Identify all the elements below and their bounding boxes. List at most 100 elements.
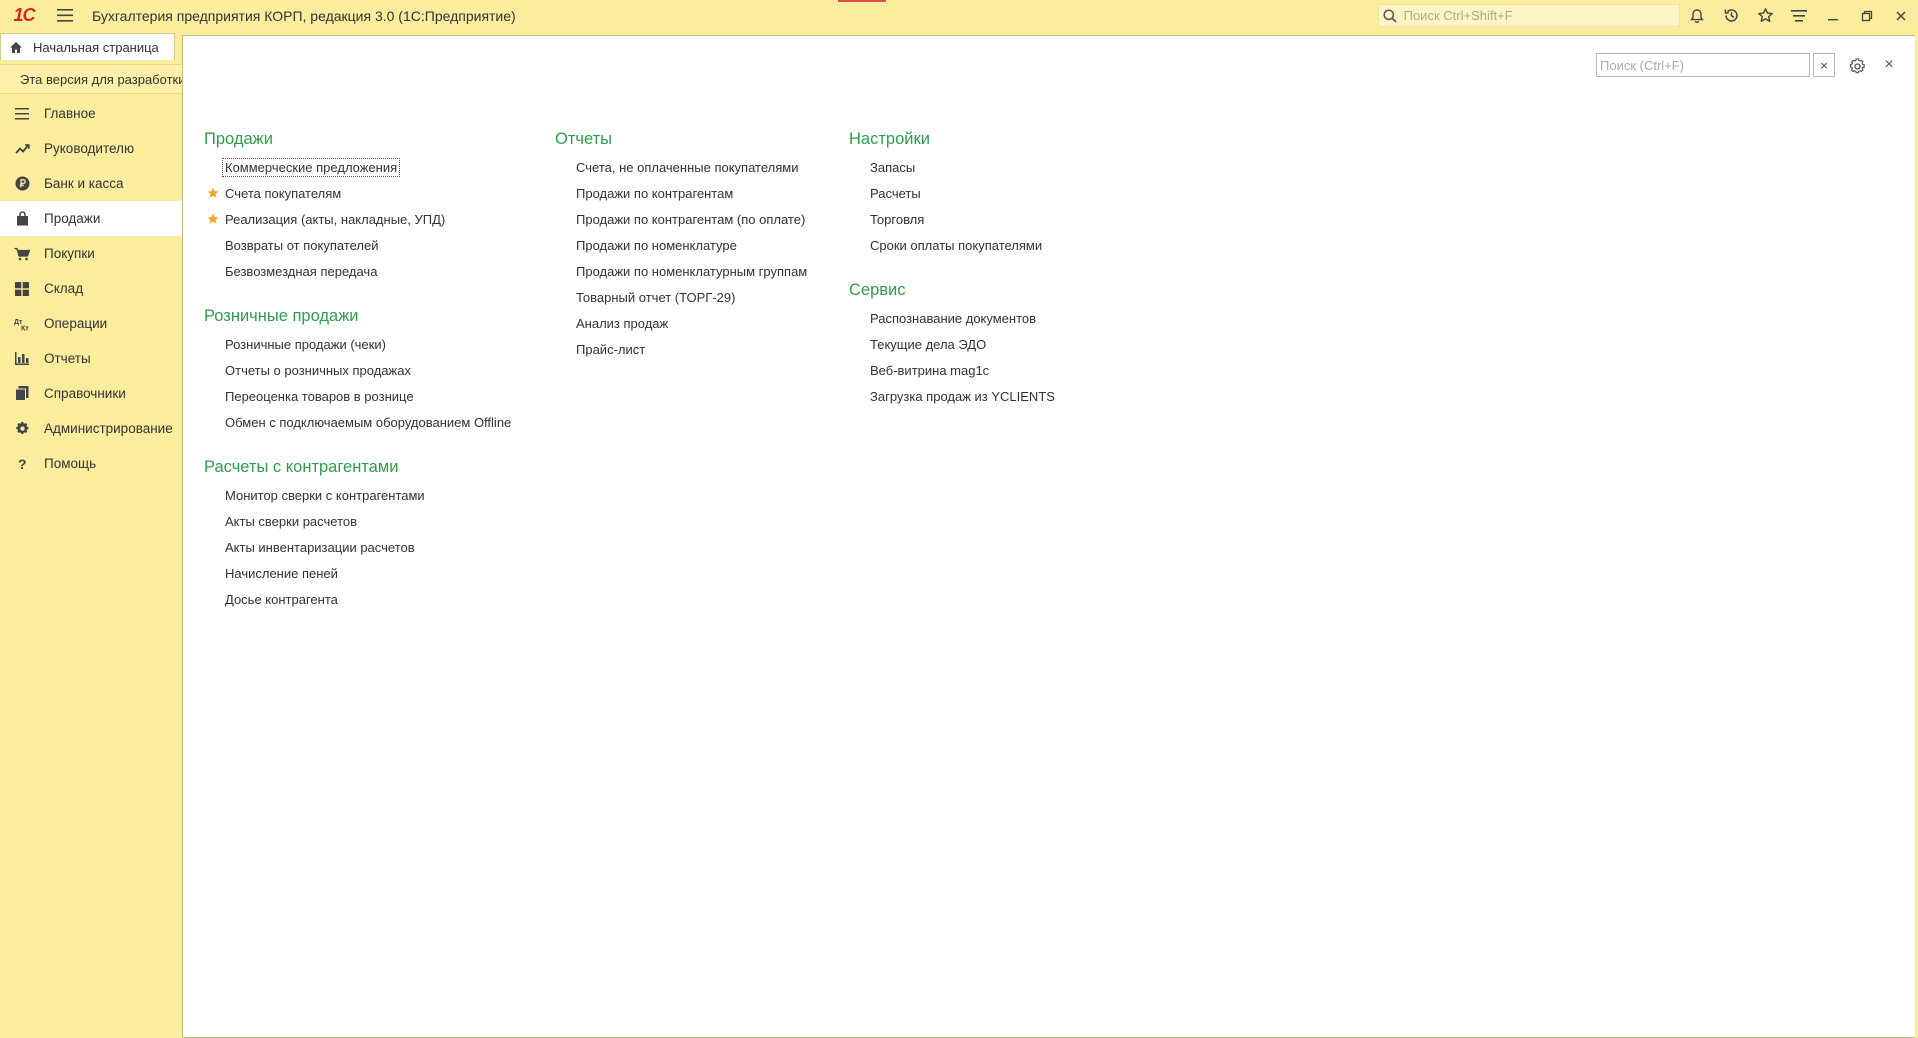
sidebar-item-label: Администрирование bbox=[44, 421, 173, 436]
link-retail-receipts[interactable]: Розничные продажи (чеки) bbox=[204, 331, 511, 357]
sidebar-item-sales[interactable]: Продажи bbox=[0, 201, 182, 236]
section-title: Расчеты с контрагентами bbox=[204, 458, 399, 476]
link-document-recognition[interactable]: Распознавание документов bbox=[849, 305, 1055, 331]
sidebar-item-purchases[interactable]: Покупки bbox=[0, 236, 182, 271]
favorite-star-icon bbox=[207, 206, 219, 232]
section-title: Настройки bbox=[849, 130, 930, 148]
favorites-star-icon[interactable] bbox=[1748, 0, 1782, 31]
link-gratuitous-transfer[interactable]: Безвозмездная передача bbox=[204, 258, 511, 284]
hamburger-icon bbox=[57, 9, 73, 22]
sidebar-item-bank[interactable]: Банк и касса bbox=[0, 166, 182, 201]
home-icon bbox=[10, 41, 22, 53]
sidebar-item-catalogs[interactable]: Справочники bbox=[0, 376, 182, 411]
link-sales-by-counterparty[interactable]: Продажи по контрагентам bbox=[555, 180, 807, 206]
section-retail-sales: Розничные продажи Розничные продажи (чек… bbox=[204, 301, 511, 435]
tab-bar: Начальная страница bbox=[0, 31, 182, 60]
section-reports: Отчеты Счета, не оплаченные покупателями… bbox=[555, 124, 807, 362]
settings-gear-icon[interactable] bbox=[1846, 55, 1868, 77]
sidebar-item-label: Продажи bbox=[44, 211, 101, 226]
link-stocks[interactable]: Запасы bbox=[849, 154, 1055, 180]
search-icon bbox=[1381, 8, 1400, 23]
link-yclients-import[interactable]: Загрузка продаж из YCLIENTS bbox=[849, 383, 1055, 409]
sidebar-item-main[interactable]: Главное bbox=[0, 96, 182, 131]
cart-icon bbox=[13, 245, 31, 263]
link-sales-by-counterparty-payment[interactable]: Продажи по контрагентам (по оплате) bbox=[555, 206, 807, 232]
link-web-storefront[interactable]: Веб-витрина mag1c bbox=[849, 357, 1055, 383]
section-service: Сервис Распознавание документов Текущие … bbox=[849, 275, 1055, 409]
books-icon bbox=[13, 385, 31, 403]
bell-icon[interactable] bbox=[1680, 0, 1714, 31]
link-realization[interactable]: Реализация (акты, накладные, УПД) bbox=[204, 206, 511, 232]
sidebar-item-manager[interactable]: Руководителю bbox=[0, 131, 182, 166]
link-retail-revaluation[interactable]: Переоценка товаров в рознице bbox=[204, 383, 511, 409]
panel-close-button[interactable]: × bbox=[1879, 55, 1899, 75]
link-edo-tasks[interactable]: Текущие дела ЭДО bbox=[849, 331, 1055, 357]
app-logo: 1С bbox=[13, 5, 35, 25]
link-sales-analysis[interactable]: Анализ продаж bbox=[555, 310, 807, 336]
global-search-input[interactable] bbox=[1399, 8, 1679, 23]
tab-home-label: Начальная страница bbox=[33, 39, 159, 55]
link-unpaid-invoices[interactable]: Счета, не оплаченные покупателями bbox=[555, 154, 807, 180]
link-offline-exchange[interactable]: Обмен с подключаемым оборудованием Offli… bbox=[204, 409, 511, 435]
column-3: Настройки Запасы Расчеты Торговля Сроки … bbox=[849, 124, 1055, 426]
sales-panel: × × Продажи Коммерческие предложения Сче… bbox=[182, 35, 1915, 1038]
link-reconciliation-monitor[interactable]: Монитор сверки с контрагентами bbox=[204, 482, 511, 508]
link-torg29[interactable]: Товарный отчет (ТОРГ-29) bbox=[555, 284, 807, 310]
sidebar-item-warehouse[interactable]: Склад bbox=[0, 271, 182, 306]
column-2: Отчеты Счета, не оплаченные покупателями… bbox=[555, 124, 807, 379]
sidebar-item-label: Покупки bbox=[44, 246, 95, 261]
section-sales: Продажи Коммерческие предложения Счета п… bbox=[204, 124, 511, 284]
sidebar-item-reports[interactable]: Отчеты bbox=[0, 341, 182, 376]
link-sales-by-item[interactable]: Продажи по номенклатуре bbox=[555, 232, 807, 258]
panel-search[interactable] bbox=[1596, 53, 1810, 77]
title-bar: 1С Бухгалтерия предприятия КОРП, редакци… bbox=[0, 0, 1918, 31]
link-counterparty-dossier[interactable]: Досье контрагента bbox=[204, 586, 511, 612]
link-commercial-offers[interactable]: Коммерческие предложения bbox=[204, 154, 511, 180]
panel-search-clear-button[interactable]: × bbox=[1813, 53, 1835, 77]
link-retail-reports[interactable]: Отчеты о розничных продажах bbox=[204, 357, 511, 383]
dev-version-warning: Эта версия для разработки bbox=[0, 64, 182, 94]
link-reconciliation-acts[interactable]: Акты сверки расчетов bbox=[204, 508, 511, 534]
panel-search-input[interactable] bbox=[1597, 54, 1809, 76]
sidebar-item-help[interactable]: ? Помощь bbox=[0, 446, 182, 481]
trend-icon bbox=[13, 140, 31, 158]
link-settlements[interactable]: Расчеты bbox=[849, 180, 1055, 206]
global-search[interactable] bbox=[1378, 4, 1680, 27]
title-accent-line bbox=[838, 0, 886, 2]
sidebar-item-label: Главное bbox=[44, 106, 96, 121]
sidebar-item-label: Помощь bbox=[44, 456, 97, 471]
minimize-icon[interactable] bbox=[1816, 0, 1850, 31]
sidebar-item-operations[interactable]: Дт Кт Операции bbox=[0, 306, 182, 341]
bar-chart-icon bbox=[13, 350, 31, 368]
main-menu-button[interactable] bbox=[50, 0, 80, 31]
section-title: Продажи bbox=[204, 130, 273, 148]
tab-home[interactable]: Начальная страница bbox=[0, 33, 175, 60]
function-menu-icon[interactable] bbox=[1782, 0, 1816, 31]
bag-icon bbox=[13, 210, 31, 228]
section-title: Отчеты bbox=[555, 130, 613, 148]
link-payment-terms[interactable]: Сроки оплаты покупателями bbox=[849, 232, 1055, 258]
gear-icon bbox=[13, 420, 31, 438]
close-icon[interactable] bbox=[1884, 0, 1918, 31]
warehouse-icon bbox=[13, 280, 31, 298]
link-price-list[interactable]: Прайс-лист bbox=[555, 336, 807, 362]
history-icon[interactable] bbox=[1714, 0, 1748, 31]
section-counterparty-settlements: Расчеты с контрагентами Монитор сверки с… bbox=[204, 452, 511, 612]
app-title: Бухгалтерия предприятия КОРП, редакция 3… bbox=[92, 7, 516, 24]
link-trade[interactable]: Торговля bbox=[849, 206, 1055, 232]
sidebar: Главное Руководителю Банк и касса Продаж… bbox=[0, 96, 182, 481]
sidebar-item-admin[interactable]: Администрирование bbox=[0, 411, 182, 446]
link-inventory-acts[interactable]: Акты инвентаризации расчетов bbox=[204, 534, 511, 560]
link-penalties[interactable]: Начисление пеней bbox=[204, 560, 511, 586]
menu-icon bbox=[13, 105, 31, 123]
link-sales-by-item-group[interactable]: Продажи по номенклатурным группам bbox=[555, 258, 807, 284]
sidebar-item-label: Справочники bbox=[44, 386, 126, 401]
help-icon: ? bbox=[13, 455, 31, 473]
sidebar-item-label: Руководителю bbox=[44, 141, 135, 156]
link-customer-returns[interactable]: Возвраты от покупателей bbox=[204, 232, 511, 258]
favorite-star-icon bbox=[207, 180, 219, 206]
link-customer-invoices[interactable]: Счета покупателям bbox=[204, 180, 511, 206]
sidebar-item-label: Отчеты bbox=[44, 351, 91, 366]
restore-icon[interactable] bbox=[1850, 0, 1884, 31]
ruble-icon bbox=[13, 175, 31, 193]
